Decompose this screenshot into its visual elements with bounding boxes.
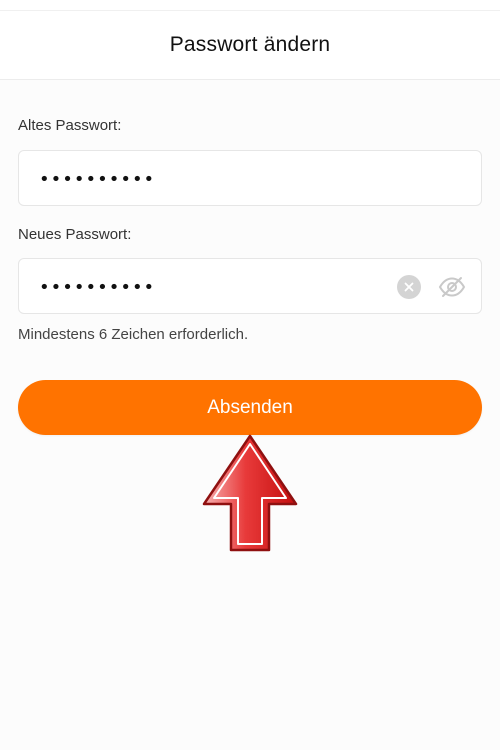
page-header: Passwort ändern [0,11,500,80]
old-password-label: Altes Passwort: [18,117,122,134]
clear-x-glyph [404,282,414,292]
submit-button[interactable]: Absenden [18,380,482,435]
new-password-input[interactable] [37,259,401,315]
submit-button-label: Absenden [207,396,293,418]
red-up-arrow-icon [202,434,298,552]
eye-off-icon[interactable] [437,274,467,300]
new-password-field-container [18,258,482,315]
clear-icon[interactable] [397,275,421,299]
old-password-input[interactable] [37,151,401,207]
password-requirement-hint: Mindestens 6 Zeichen erforderlich. [18,326,249,343]
page-title: Passwort ändern [169,33,331,56]
eye-off-glyph [438,277,466,297]
new-password-label: Neues Passwort: [18,226,132,243]
status-bar-strip [0,0,500,11]
old-password-field-container [18,150,482,207]
